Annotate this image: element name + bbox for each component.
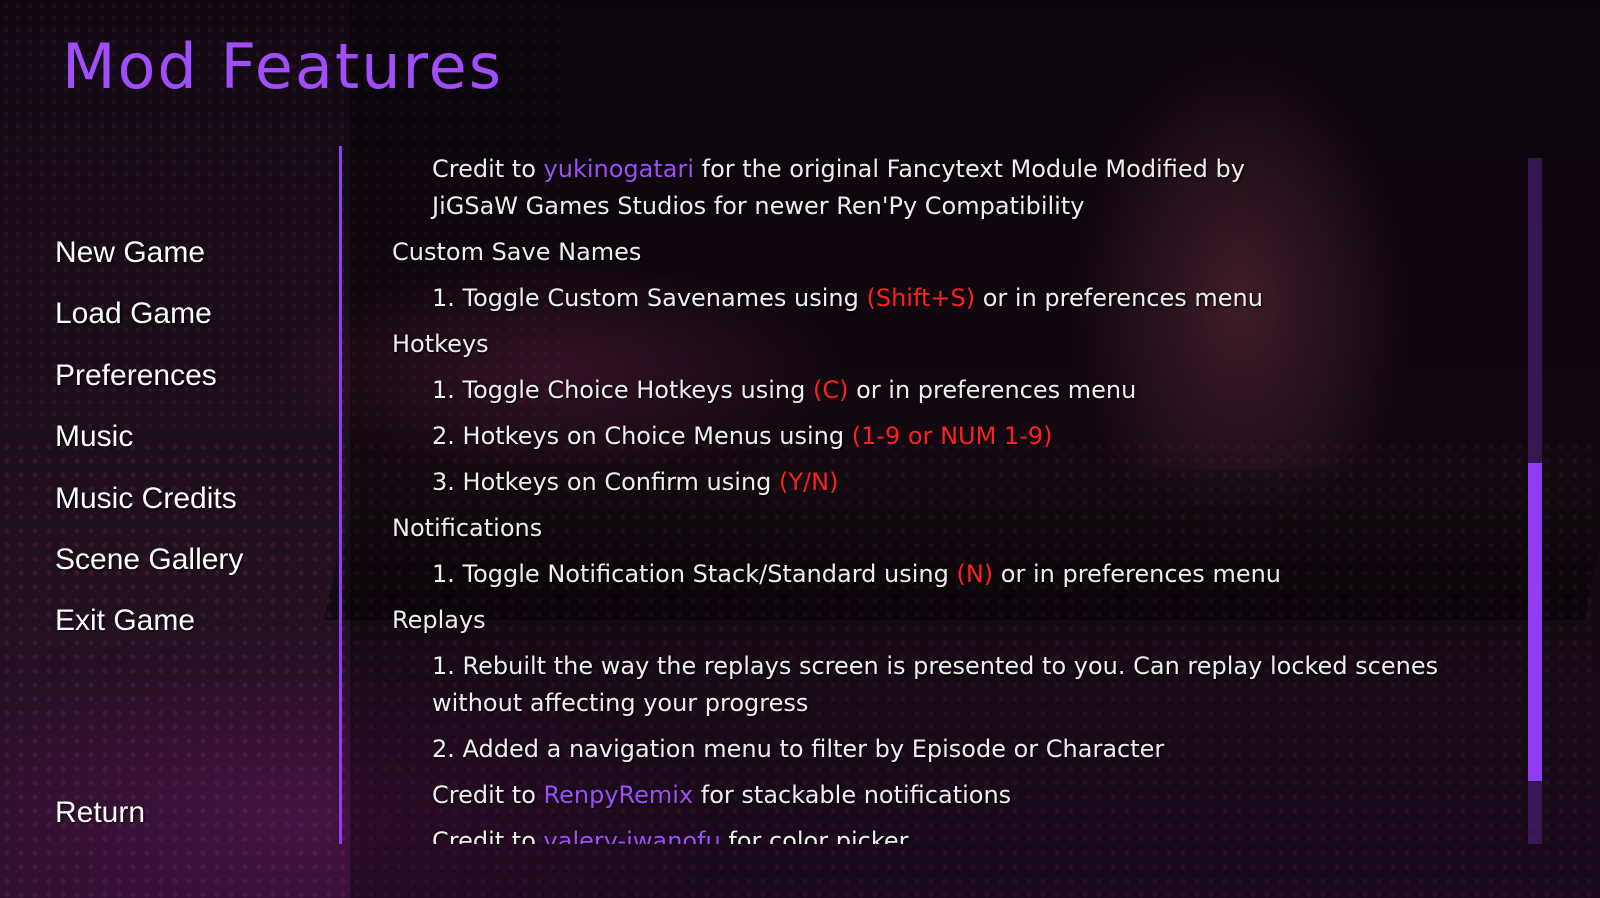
shortcut-key: (C) (812, 376, 849, 404)
item-text: or in preferences menu (848, 376, 1137, 404)
menu-divider (339, 146, 342, 844)
credit-prefix: Credit to (432, 155, 544, 183)
credit-suffix: for stackable notifications (693, 781, 1012, 809)
replays-item-1: 1. Rebuilt the way the replays screen is… (432, 652, 1439, 717)
shortcut-key: (Y/N) (779, 468, 839, 496)
mod-features-content: Credit to yukinogatari for the original … (392, 151, 1502, 844)
exit-game-button[interactable]: Exit Game (55, 604, 195, 638)
credit-valery-line: Credit to valery-iwanofu for color picke… (392, 823, 1502, 844)
credit-suffix: for color picker (720, 827, 909, 844)
replays-item-2: 2. Added a navigation menu to filter by … (432, 735, 1165, 763)
screen-title: Mod Features (62, 30, 504, 103)
preferences-button[interactable]: Preferences (55, 359, 217, 393)
replays-heading: Replays (392, 606, 486, 634)
item-text: 1. Toggle Notification Stack/Standard us… (432, 560, 957, 588)
scene-gallery-button[interactable]: Scene Gallery (55, 543, 243, 577)
new-game-button[interactable]: New Game (55, 236, 205, 270)
credit-fancytext-line-2: JiGSaW Games Studios for newer Ren'Py Co… (432, 192, 1085, 220)
music-button[interactable]: Music (55, 420, 133, 454)
shortcut-key: (N) (956, 560, 994, 588)
yukinogatari-link[interactable]: yukinogatari (544, 155, 694, 183)
renpyremix-link[interactable]: RenpyRemix (544, 781, 694, 809)
credit-prefix: Credit to (432, 781, 544, 809)
content-scrollbar[interactable] (1528, 158, 1542, 844)
hotkeys-heading: Hotkeys (392, 330, 489, 358)
custom-save-names-heading: Custom Save Names (392, 238, 642, 266)
notifications-item-1: 1. Toggle Notification Stack/Standard us… (392, 556, 1502, 593)
mod-features-viewport[interactable]: Credit to yukinogatari for the original … (392, 146, 1512, 844)
item-text: 1. Toggle Choice Hotkeys using (432, 376, 813, 404)
music-credits-button[interactable]: Music Credits (55, 482, 237, 516)
custom-save-names-item-1: 1. Toggle Custom Savenames using (Shift+… (392, 280, 1502, 317)
credit-suffix: for the original Fancytext Module Modifi… (694, 155, 1245, 183)
return-button[interactable]: Return (55, 796, 145, 830)
valery-iwanofu-link[interactable]: valery-iwanofu (544, 827, 721, 844)
scrollbar-thumb[interactable] (1528, 463, 1542, 781)
hotkeys-item-1: 1. Toggle Choice Hotkeys using (C) or in… (392, 372, 1502, 409)
hotkeys-item-3: 3. Hotkeys on Confirm using (Y/N) (392, 464, 1502, 501)
credit-fancytext-line: Credit to yukinogatari for the original … (392, 151, 1502, 188)
item-text: 1. Toggle Custom Savenames using (432, 284, 867, 312)
item-text: 2. Hotkeys on Choice Menus using (432, 422, 852, 450)
hotkeys-item-2: 2. Hotkeys on Choice Menus using (1-9 or… (392, 418, 1502, 455)
item-text: or in preferences menu (975, 284, 1263, 312)
shortcut-key: (Shift+S) (866, 284, 976, 312)
credit-renpyremix-line: Credit to RenpyRemix for stackable notif… (392, 777, 1502, 814)
notifications-heading: Notifications (392, 514, 543, 542)
item-text: 3. Hotkeys on Confirm using (432, 468, 780, 496)
credit-prefix: Credit to (432, 827, 544, 844)
load-game-button[interactable]: Load Game (55, 297, 212, 331)
item-text: or in preferences menu (993, 560, 1282, 588)
shortcut-key: (1-9 or NUM 1-9) (851, 422, 1053, 450)
